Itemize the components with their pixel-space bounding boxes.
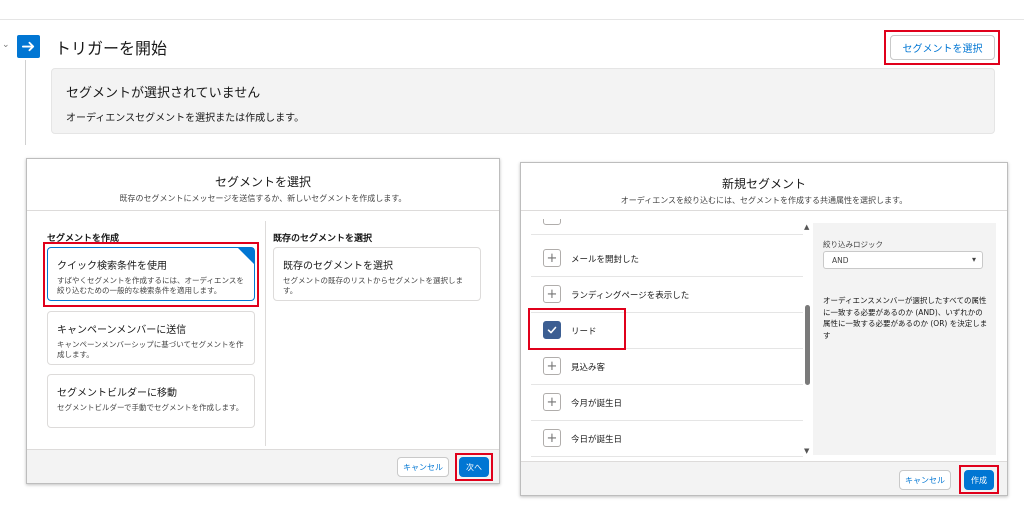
card-desc: セグメントビルダーで手動でセグメントを作成します。 [57, 403, 244, 412]
plus-icon[interactable]: + [543, 393, 561, 411]
modal-footer: キャンセル 作成 [521, 461, 1007, 495]
filter-logic-desc: オーディエンスメンバーが選択したすべての属性に一致する必要があるのか (AND)… [823, 296, 988, 340]
card-desc: キャンペーンメンバーシップに基づいてセグメントを作成します。 [57, 340, 244, 359]
attribute-list[interactable]: + メールを開封した + ランディングページを表示した リード + 見込み客 +… [531, 219, 803, 459]
no-segment-title: セグメントが選択されていません [66, 86, 261, 101]
cancel-button[interactable]: キャンセル [397, 457, 449, 477]
modal-subtitle: オーディエンスを絞り込むには、セグメントを作成する共通属性を選択します。 [620, 196, 908, 205]
list-item[interactable]: リード [531, 313, 803, 349]
no-segment-desc: オーディエンスセグメントを選択または作成します。 [66, 113, 305, 124]
list-item[interactable] [531, 219, 803, 235]
row-label: 今日が誕生日 [571, 435, 623, 445]
modal-title: セグメントを選択 [214, 175, 311, 189]
modal-header: セグメントを選択 既存のセグメントにメッセージを送信するか、新しいセグメントを作… [27, 159, 499, 211]
select-segment-button[interactable]: セグメントを選択 [890, 35, 995, 60]
filter-logic-panel: 絞り込みロジック AND ▾ オーディエンスメンバーが選択したすべての属性に一致… [813, 223, 996, 455]
row-label: ランディングページを表示した [571, 291, 690, 301]
create-button[interactable]: 作成 [964, 470, 994, 490]
modal-footer: キャンセル 次へ [27, 449, 499, 483]
card-title: キャンペーンメンバーに送信 [57, 325, 187, 336]
plus-icon[interactable]: + [543, 249, 561, 267]
row-label: 今月が誕生日 [571, 399, 623, 409]
list-item[interactable]: + 見込み客 [531, 349, 803, 385]
list-scrollbar[interactable]: ▲ ▼ [804, 223, 812, 455]
trigger-title: トリガーを開始 [55, 39, 168, 58]
flow-connector-line [25, 60, 26, 145]
row-label: リード [571, 327, 597, 337]
list-item[interactable]: + メールを開封した [531, 241, 803, 277]
list-item[interactable]: + 今月が誕生日 [531, 385, 803, 421]
card-title: クイック検索条件を使用 [57, 261, 167, 272]
scroll-up-icon[interactable]: ▲ [804, 223, 809, 231]
no-segment-panel: セグメントが選択されていません オーディエンスセグメントを選択または作成します。 [51, 68, 995, 134]
create-segment-heading: セグメントを作成 [47, 234, 120, 244]
top-divider [0, 19, 1024, 20]
modal-header: 新規セグメント オーディエンスを絞り込むには、セグメントを作成する共通属性を選択… [521, 163, 1007, 211]
modal-title: 新規セグメント [721, 177, 806, 191]
card-title: 既存のセグメントを選択 [283, 261, 393, 272]
next-button[interactable]: 次へ [459, 457, 489, 477]
select-segment-modal: セグメントを選択 既存のセグメントにメッセージを送信するか、新しいセグメントを作… [26, 158, 500, 484]
selected-corner-icon [238, 248, 254, 264]
campaign-member-card[interactable]: キャンペーンメンバーに送信 キャンペーンメンバーシップに基づいてセグメントを作成… [47, 311, 255, 365]
filter-logic-value: AND [832, 256, 849, 265]
plus-icon[interactable]: + [543, 429, 561, 447]
quick-filter-card[interactable]: クイック検索条件を使用 すばやくセグメントを作成するには、オーディエンスを絞り込… [47, 247, 255, 301]
row-label: メールを開封した [571, 255, 640, 265]
cancel-button[interactable]: キャンセル [899, 470, 951, 490]
segment-builder-card[interactable]: セグメントビルダーに移動 セグメントビルダーで手動でセグメントを作成します。 [47, 374, 255, 428]
check-icon[interactable] [543, 321, 561, 339]
card-desc: すばやくセグメントを作成するには、オーディエンスを絞り込むための一般的な検索条件… [57, 276, 244, 295]
filter-logic-label: 絞り込みロジック [823, 240, 883, 249]
scroll-thumb[interactable] [805, 305, 810, 385]
card-desc: セグメントの既存のリストからセグメントを選択します。 [283, 276, 463, 295]
plus-icon[interactable]: + [543, 357, 561, 375]
existing-segment-heading: 既存のセグメントを選択 [273, 234, 373, 244]
chevron-down-icon: ▾ [971, 255, 976, 264]
list-item[interactable]: + ランディングページを表示した [531, 277, 803, 313]
arrow-right-icon [17, 35, 40, 58]
plus-icon[interactable]: + [543, 285, 561, 303]
scroll-down-icon[interactable]: ▼ [804, 447, 809, 455]
list-item[interactable]: + 今日が誕生日 [531, 421, 803, 457]
collapse-chevron-icon[interactable]: ⌄ [2, 40, 10, 50]
filter-logic-select[interactable]: AND ▾ [823, 251, 983, 269]
row-label: 見込み客 [571, 363, 606, 373]
existing-segment-card[interactable]: 既存のセグメントを選択 セグメントの既存のリストからセグメントを選択します。 [273, 247, 481, 301]
card-title: セグメントビルダーに移動 [57, 388, 177, 399]
modal-subtitle: 既存のセグメントにメッセージを送信するか、新しいセグメントを作成します。 [119, 194, 407, 203]
plus-icon[interactable] [543, 219, 561, 225]
column-divider [265, 221, 266, 446]
new-segment-modal: 新規セグメント オーディエンスを絞り込むには、セグメントを作成する共通属性を選択… [520, 162, 1008, 496]
